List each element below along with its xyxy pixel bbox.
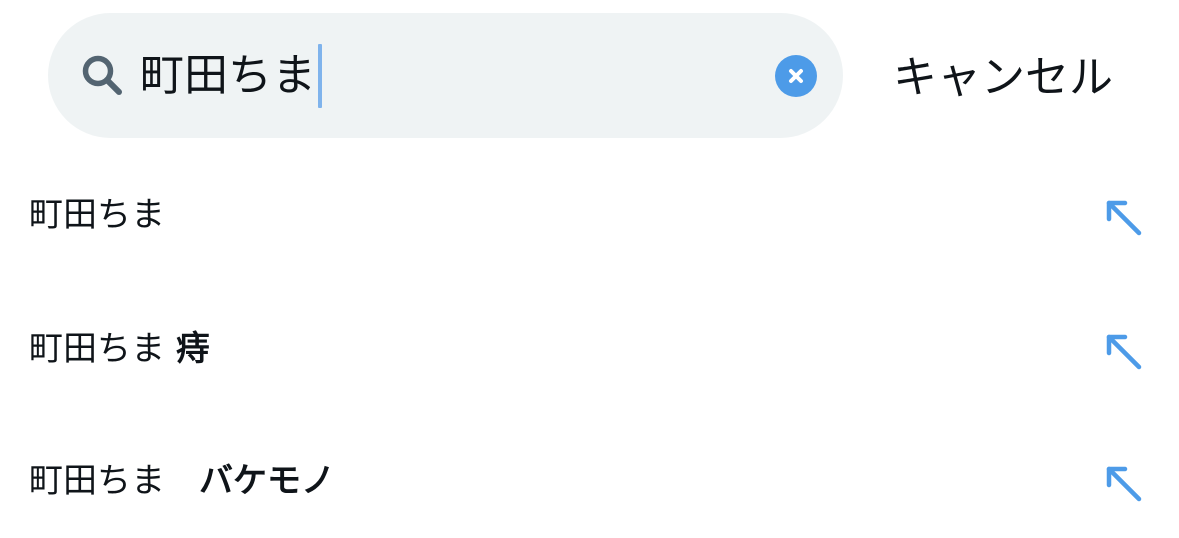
suggestion-item[interactable]: 町田ちま xyxy=(0,170,1179,260)
clear-search-button[interactable] xyxy=(775,55,817,97)
suggestion-suffix: バケモノ xyxy=(199,461,335,501)
arrow-up-left-icon[interactable] xyxy=(1103,197,1143,237)
suggestion-prefix: 町田ちま xyxy=(29,195,165,235)
cancel-button[interactable]: キャンセル xyxy=(893,46,1113,110)
suggestion-text: 町田ちま xyxy=(29,192,165,238)
search-header: 町田ちま キャンセル xyxy=(0,0,1179,150)
search-icon xyxy=(82,55,122,95)
arrow-up-left-icon[interactable] xyxy=(1103,463,1143,503)
suggestion-item[interactable]: 町田ちま バケモノ xyxy=(0,436,1179,526)
suggestion-text: 町田ちま バケモノ xyxy=(29,458,335,504)
search-input[interactable]: 町田ちま xyxy=(140,44,322,108)
search-input-value: 町田ちま xyxy=(140,50,316,101)
suggestion-text: 町田ちま 痔 xyxy=(29,326,210,372)
arrow-up-left-icon[interactable] xyxy=(1103,331,1143,371)
suggestion-suffix: 痔 xyxy=(175,329,210,369)
clear-icon xyxy=(789,69,803,83)
text-caret xyxy=(318,44,322,108)
suggestion-prefix: 町田ちま xyxy=(29,461,199,501)
suggestion-item[interactable]: 町田ちま 痔 xyxy=(0,304,1179,394)
suggestion-prefix: 町田ちま xyxy=(29,329,176,369)
